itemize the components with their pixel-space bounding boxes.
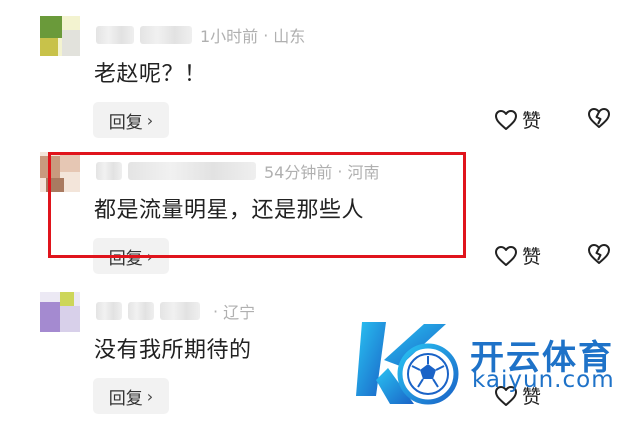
comment-text: 没有我所期待的 [94, 338, 252, 363]
reply-label: 回复 [108, 112, 143, 133]
blurred-username [128, 302, 154, 320]
broken-heart-icon [588, 108, 610, 128]
comment-item: 1小时前 · 山东 老赵呢？！ 回复 › 赞 [0, 16, 640, 152]
meta-separator: · [213, 301, 219, 321]
blurred-username [96, 302, 122, 320]
broken-heart-icon [588, 244, 610, 264]
like-label: 赞 [522, 110, 542, 132]
comment-time: 1小时前 [200, 27, 259, 46]
comment-meta: 1小时前 · 山东 [96, 20, 305, 50]
blurred-username [140, 26, 192, 44]
meta-separator: · [263, 25, 269, 45]
comment-text: 老赵呢？！ [94, 62, 207, 87]
heart-outline-icon [495, 109, 517, 130]
highlight-box [48, 152, 466, 258]
blurred-username [160, 302, 200, 320]
reply-button[interactable]: 回复 › [93, 102, 169, 138]
watermark-logo-icon [354, 316, 466, 416]
avatar[interactable] [40, 292, 80, 332]
heart-outline-icon [495, 245, 517, 266]
avatar[interactable] [40, 16, 80, 56]
reply-label: 回复 [108, 388, 143, 409]
chevron-right-icon: › [146, 386, 154, 406]
like-label: 赞 [522, 246, 542, 268]
comment-meta: · 辽宁 [96, 296, 255, 326]
blurred-username [96, 26, 134, 44]
comment-location: 山东 [273, 27, 306, 46]
dislike-button[interactable] [586, 106, 612, 134]
like-button[interactable]: 赞 [494, 242, 541, 269]
comment-location: 辽宁 [223, 303, 256, 322]
reply-button[interactable]: 回复 › [93, 378, 169, 414]
watermark-url: kaiyun.com [472, 367, 615, 393]
dislike-button[interactable] [586, 242, 612, 270]
chevron-right-icon: › [146, 110, 154, 130]
like-button[interactable]: 赞 [494, 106, 541, 133]
